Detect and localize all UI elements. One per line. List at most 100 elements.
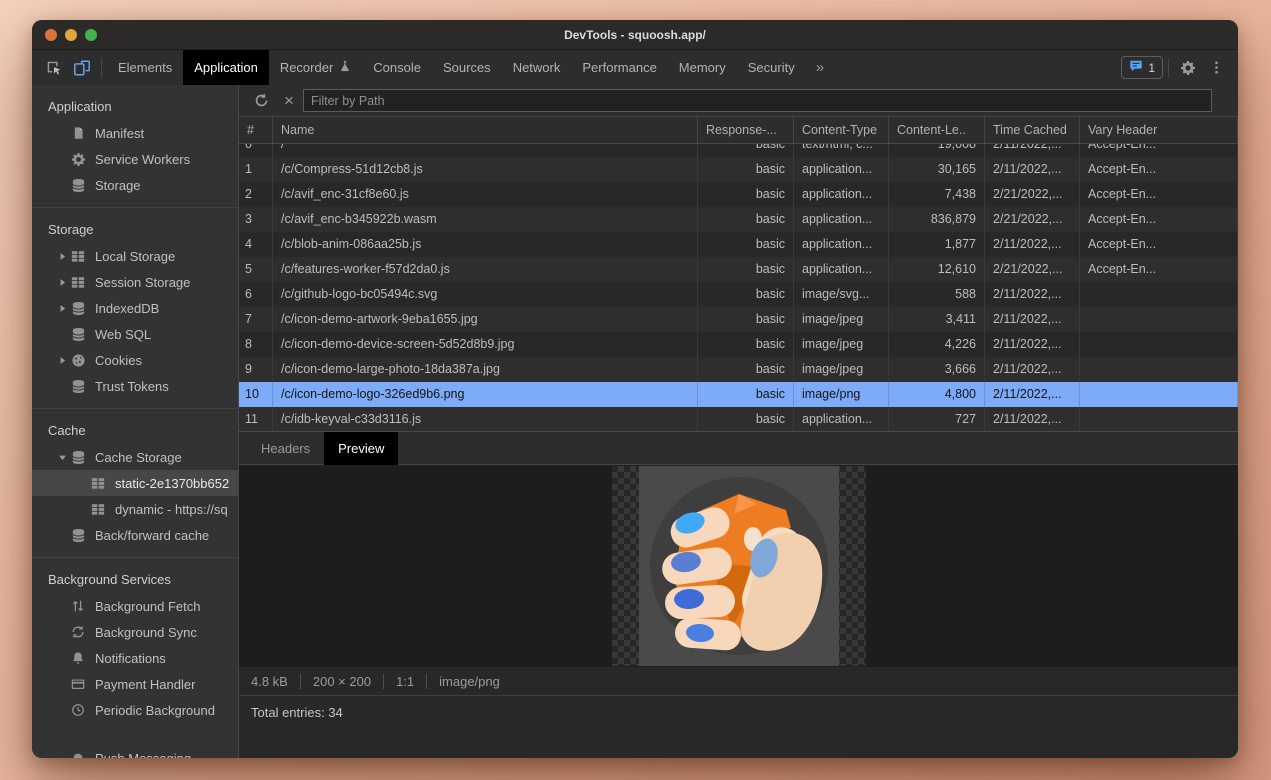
sidebar-item-back-forward-cache[interactable]: Back/forward cache <box>32 522 238 548</box>
sidebar-item-background-fetch[interactable]: Background Fetch <box>32 593 238 619</box>
cell-num: 1 <box>239 157 273 182</box>
sidebar-item-web-sql[interactable]: Web SQL <box>32 321 238 347</box>
cell-num: 0 <box>239 144 273 157</box>
tab-network[interactable]: Network <box>502 50 572 85</box>
cell-type: image/jpeg <box>794 357 889 382</box>
main-area: ApplicationManifestService WorkersStorag… <box>32 85 1238 758</box>
sidebar-item-local-storage[interactable]: Local Storage <box>32 243 238 269</box>
clear-filter-icon[interactable]: × <box>282 92 296 109</box>
inspect-element-icon[interactable] <box>40 55 68 81</box>
chevron-down-icon[interactable] <box>54 453 70 462</box>
cell-time: 2/11/2022,... <box>985 332 1080 357</box>
sidebar-item-label: Payment Handler <box>95 677 195 692</box>
chevron-right-icon[interactable] <box>54 252 70 261</box>
sidebar-item-label: Manifest <box>95 126 144 141</box>
sidebar-item-notifications[interactable]: Notifications <box>32 645 238 671</box>
sidebar-item-storage[interactable]: Storage <box>32 172 238 198</box>
column-header-response[interactable]: Response-... <box>698 117 794 143</box>
column-header-content-type[interactable]: Content-Type <box>794 117 889 143</box>
column-header-[interactable]: # <box>239 117 273 143</box>
sidebar-item-payment-handler[interactable]: Payment Handler <box>32 671 238 697</box>
total-entries-label: Total entries: 34 <box>251 705 343 720</box>
sidebar-item-dynamic-https-sq[interactable]: dynamic - https://sq <box>32 496 238 522</box>
tab-memory[interactable]: Memory <box>668 50 737 85</box>
chevron-right-icon[interactable] <box>54 278 70 287</box>
sidebar-item-label: Notifications <box>95 651 166 666</box>
sidebar-item-trust-tokens[interactable]: Trust Tokens <box>32 373 238 399</box>
table-row[interactable]: 4/c/blob-anim-086aa25b.jsbasicapplicatio… <box>239 232 1238 257</box>
table-row[interactable]: 6/c/github-logo-bc05494c.svgbasicimage/s… <box>239 282 1238 307</box>
db-icon <box>70 527 86 543</box>
sidebar-item-session-storage[interactable]: Session Storage <box>32 269 238 295</box>
refresh-icon[interactable] <box>247 88 275 114</box>
sidebar-item-label: Local Storage <box>95 249 175 264</box>
table-row[interactable]: 7/c/icon-demo-artwork-9eba1655.jpgbasici… <box>239 307 1238 332</box>
column-header-vary-header[interactable]: Vary Header <box>1080 117 1238 143</box>
cell-name: /c/avif_enc-b345922b.wasm <box>273 207 698 232</box>
cell-vary <box>1080 307 1238 332</box>
cell-num: 10 <box>239 382 273 407</box>
minimize-button[interactable] <box>65 29 77 41</box>
column-header-content-le[interactable]: Content-Le.. <box>889 117 985 143</box>
table-row[interactable]: 11/c/idb-keyval-c33d3116.jsbasicapplicat… <box>239 407 1238 432</box>
table-row[interactable]: 0/basictext/html; c...19,0082/11/2022,..… <box>239 144 1238 157</box>
tab-performance[interactable]: Performance <box>571 50 667 85</box>
cell-resp: basic <box>698 257 794 282</box>
table-row[interactable]: 8/c/icon-demo-device-screen-5d52d8b9.jpg… <box>239 332 1238 357</box>
more-tabs-icon[interactable]: » <box>806 59 834 76</box>
sidebar-item-label: Back/forward cache <box>95 528 209 543</box>
db-icon <box>70 326 86 342</box>
table-row[interactable]: 10/c/icon-demo-logo-326ed9b6.pngbasicima… <box>239 382 1238 407</box>
settings-gear-icon[interactable] <box>1174 55 1202 81</box>
column-header-time-cached[interactable]: Time Cached <box>985 117 1080 143</box>
cell-name: /c/icon-demo-large-photo-18da387a.jpg <box>273 357 698 382</box>
issues-button[interactable]: 1 <box>1121 56 1163 79</box>
titlebar[interactable]: DevTools - squoosh.app/ <box>32 20 1238 50</box>
tab-label: Sources <box>443 60 491 75</box>
table-row[interactable]: 2/c/avif_enc-31cf8e60.jsbasicapplication… <box>239 182 1238 207</box>
cell-resp: basic <box>698 282 794 307</box>
cell-vary <box>1080 382 1238 407</box>
filter-input[interactable] <box>303 89 1212 112</box>
table-row[interactable]: 1/c/Compress-51d12cb8.jsbasicapplication… <box>239 157 1238 182</box>
sidebar-item-manifest[interactable]: Manifest <box>32 120 238 146</box>
tab-console[interactable]: Console <box>362 50 432 85</box>
sidebar-item-cookies[interactable]: Cookies <box>32 347 238 373</box>
kebab-menu-icon[interactable] <box>1202 55 1230 81</box>
cell-resp: basic <box>698 207 794 232</box>
close-button[interactable] <box>45 29 57 41</box>
tab-sources[interactable]: Sources <box>432 50 502 85</box>
sidebar-item-periodic-background[interactable]: Periodic Background <box>32 697 238 723</box>
sidebar-item-indexeddb[interactable]: IndexedDB <box>32 295 238 321</box>
table-row[interactable]: 5/c/features-worker-f57d2da0.jsbasicappl… <box>239 257 1238 282</box>
sidebar-item-background-sync[interactable]: Background Sync <box>32 619 238 645</box>
column-header-name[interactable]: Name <box>273 117 698 143</box>
sidebar-item-label: dynamic - https://sq <box>115 502 228 517</box>
table-row[interactable]: 9/c/icon-demo-large-photo-18da387a.jpgba… <box>239 357 1238 382</box>
preview-image[interactable] <box>612 466 866 666</box>
tab-recorder[interactable]: Recorder <box>269 50 362 85</box>
sidebar-item-label: Storage <box>95 178 141 193</box>
chevron-right-icon[interactable] <box>54 304 70 313</box>
chevron-right-icon[interactable] <box>54 356 70 365</box>
cell-time: 2/11/2022,... <box>985 357 1080 382</box>
tab-security[interactable]: Security <box>737 50 806 85</box>
sidebar-item-service-workers[interactable]: Service Workers <box>32 146 238 172</box>
tab-application[interactable]: Application <box>183 50 269 85</box>
device-toolbar-icon[interactable] <box>68 55 96 81</box>
detail-tab-headers[interactable]: Headers <box>247 432 324 465</box>
sidebar-item-static-2e1370bb652[interactable]: static-2e1370bb652 <box>32 470 238 496</box>
maximize-button[interactable] <box>85 29 97 41</box>
detail-tab-preview[interactable]: Preview <box>324 432 398 465</box>
cell-resp: basic <box>698 332 794 357</box>
cell-time: 2/21/2022,... <box>985 182 1080 207</box>
toolbar-divider <box>1168 59 1169 77</box>
sidebar-item-push-messaging[interactable]: Push Messaging <box>32 745 238 758</box>
cell-vary: Accept-En... <box>1080 232 1238 257</box>
cell-name: /c/icon-demo-logo-326ed9b6.png <box>273 382 698 407</box>
table-row[interactable]: 3/c/avif_enc-b345922b.wasmbasicapplicati… <box>239 207 1238 232</box>
cell-time: 2/11/2022,... <box>985 307 1080 332</box>
tab-elements[interactable]: Elements <box>107 50 183 85</box>
table-icon <box>90 475 106 491</box>
sidebar-item-cache-storage[interactable]: Cache Storage <box>32 444 238 470</box>
